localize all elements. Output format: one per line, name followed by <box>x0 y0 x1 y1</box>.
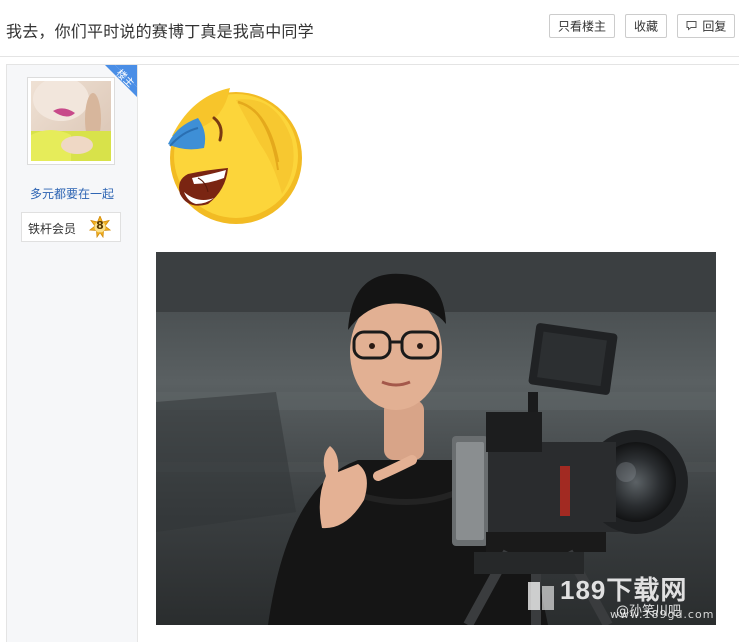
only-op-label: 只看楼主 <box>557 19 606 34</box>
reply-label: 回复 <box>702 19 727 34</box>
thread-title: 我去，你们平时说的赛博丁真是我高中同学 <box>6 22 314 41</box>
laughing-emoji-image <box>146 82 326 262</box>
author-name[interactable]: 多元都要在一起 <box>7 185 137 202</box>
avatar-image <box>31 77 111 161</box>
watermark-logo-icon <box>528 582 554 610</box>
thread-header: 我去，你们平时说的赛博丁真是我高中同学 只看楼主 收藏 回复 <box>0 0 739 57</box>
comment-icon <box>686 16 697 38</box>
watermark-handle: @孙笑川吧 <box>616 604 682 619</box>
only-op-button[interactable]: 只看楼主 <box>549 14 615 38</box>
member-level-badge[interactable]: 铁杆会员 8 <box>21 212 121 242</box>
author-avatar[interactable] <box>27 77 115 165</box>
favorite-button[interactable]: 收藏 <box>625 14 667 38</box>
reply-button[interactable]: 回复 <box>677 14 735 38</box>
level-title: 铁杆会员 <box>28 222 77 236</box>
level-number: 8 <box>96 219 104 232</box>
site-watermark: 189下载网 www.189gd.com @孙笑川吧 <box>520 562 739 641</box>
favorite-label: 收藏 <box>633 19 658 34</box>
author-sidebar: 楼主 多元都要在一起 铁杆会员 8 <box>7 65 138 642</box>
